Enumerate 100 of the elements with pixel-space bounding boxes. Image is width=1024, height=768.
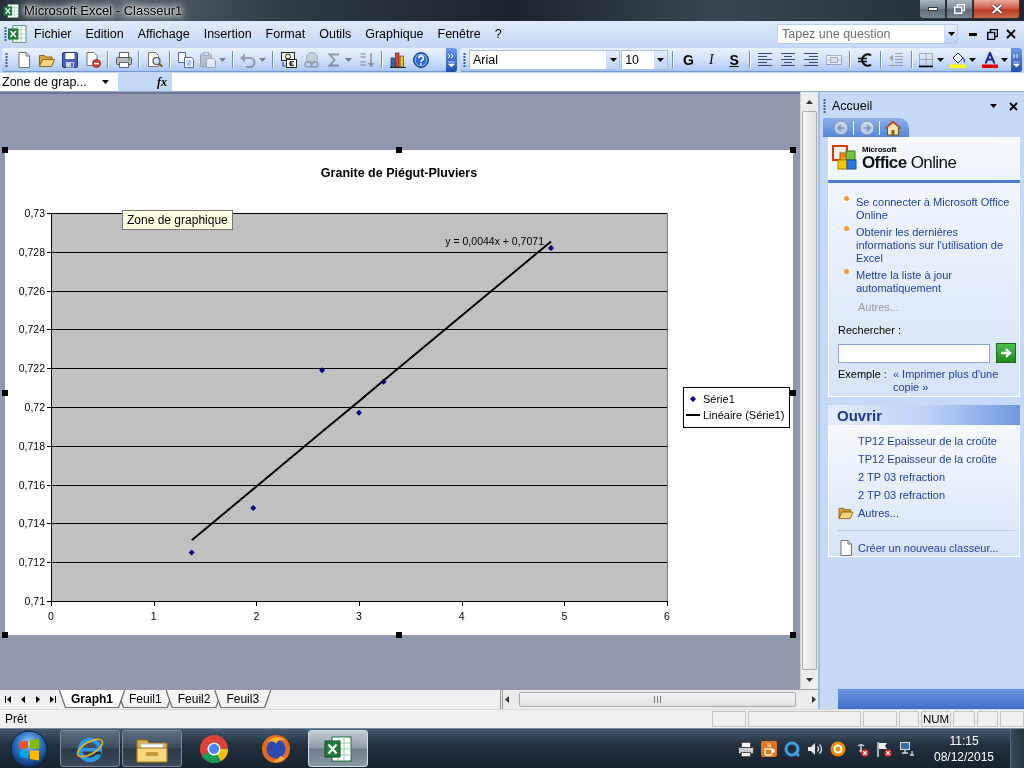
resize-handle[interactable] xyxy=(790,389,796,396)
resize-handle[interactable] xyxy=(396,632,402,638)
menu-item[interactable]: Insertion xyxy=(196,25,259,43)
arrow-right-icon xyxy=(1000,347,1012,359)
trendline-equation: y = 0,0044x + 0,7071 xyxy=(445,234,544,247)
more-files-link[interactable]: Autres... xyxy=(858,504,899,522)
restore-icon xyxy=(954,4,965,14)
caret-down-icon xyxy=(259,57,266,62)
example-label: Exemple : xyxy=(838,368,887,381)
recent-file-link[interactable]: TP12 Epaisseur de la croûte xyxy=(858,432,997,450)
grip-icon xyxy=(5,51,8,68)
scrollbar-thumb[interactable] xyxy=(519,692,796,707)
toolbar-options-button[interactable] xyxy=(1011,47,1022,72)
caret-down-icon xyxy=(1001,57,1009,62)
sheet-tab[interactable]: Graph1 xyxy=(60,690,124,707)
dropdown-button[interactable] xyxy=(944,25,957,43)
menu-item[interactable]: Format xyxy=(258,25,313,43)
caret-down-icon xyxy=(345,57,352,62)
minimize-icon xyxy=(927,7,938,11)
taskbar-button[interactable] xyxy=(60,730,120,767)
vertical-scrollbar[interactable] xyxy=(800,92,818,689)
status-text: Prêt xyxy=(5,712,27,726)
page-no-entry-icon xyxy=(84,51,101,68)
y-tick-label: 0,724 xyxy=(18,323,45,336)
undo-arrow-icon xyxy=(240,51,256,68)
restore-button[interactable] xyxy=(946,0,973,19)
name-box[interactable]: Zone de grap... xyxy=(0,73,118,91)
menu-item[interactable]: Outils xyxy=(312,25,359,43)
online-link[interactable]: Mettre la liste à jour automatiquement xyxy=(856,269,1014,295)
bold-button[interactable]: G xyxy=(676,48,700,71)
caret-down-icon xyxy=(947,32,955,36)
recent-file-link[interactable]: 2 TP 03 refraction xyxy=(858,468,946,486)
taskbar-button[interactable] xyxy=(122,730,182,767)
search-go-button[interactable] xyxy=(996,343,1016,363)
example-link[interactable]: « Imprimer plus d'une copie » xyxy=(892,368,1018,394)
status-panel xyxy=(863,711,897,727)
pane-close-button[interactable] xyxy=(1006,99,1020,113)
segmented-circle-icon xyxy=(199,733,229,764)
ring-icon xyxy=(784,740,800,757)
caret-down-icon xyxy=(989,104,997,108)
resize-handle[interactable] xyxy=(2,632,8,638)
insert-function-button[interactable]: fx xyxy=(154,73,170,91)
search-field[interactable] xyxy=(838,343,990,363)
triangle-down-icon xyxy=(806,677,813,682)
open-folder-icon xyxy=(838,506,854,520)
caret-down-icon xyxy=(937,57,945,62)
resize-handle[interactable] xyxy=(2,389,8,396)
grip-lines-icon xyxy=(654,696,661,703)
tooltip: Zone de graphique xyxy=(122,210,233,230)
underline-button[interactable]: S xyxy=(722,48,746,71)
resize-handle[interactable] xyxy=(396,147,402,153)
toolbar-options-button[interactable] xyxy=(446,47,457,72)
recent-file-link[interactable]: 2 TP 03 refraction xyxy=(858,486,946,504)
font-field[interactable]: Arial xyxy=(469,49,621,70)
menu-item[interactable]: Graphique xyxy=(358,25,431,43)
scrollbar-thumb[interactable] xyxy=(802,111,817,670)
triangle-left-icon xyxy=(20,695,25,703)
x-tick-label: 0 xyxy=(48,610,54,622)
caret-down-icon xyxy=(102,80,109,84)
menu-item[interactable]: Fenêtre xyxy=(430,25,488,43)
menu-item[interactable]: Affichage xyxy=(130,25,197,43)
formula-field[interactable] xyxy=(172,73,1024,91)
question-field[interactable]: Tapez une question xyxy=(777,24,958,44)
logo-maker-text: Microsoft xyxy=(862,145,898,154)
close-button[interactable] xyxy=(973,0,1020,19)
minimize-button[interactable] xyxy=(919,0,946,19)
y-tick-label: 0,712 xyxy=(18,556,45,569)
data-point xyxy=(319,367,326,374)
sigma-icon xyxy=(326,51,342,68)
triangle-right-icon xyxy=(35,695,40,703)
close-icon xyxy=(1008,101,1018,111)
recent-file-link[interactable]: TP12 Epaisseur de la croûte xyxy=(858,450,997,468)
resize-handle[interactable] xyxy=(790,147,796,153)
legend-label: Linéaire (Série1) xyxy=(703,409,785,421)
caret-down-icon xyxy=(219,57,226,62)
online-link[interactable]: Obtenir les dernières informations sur l'utilisation de Excel xyxy=(856,226,1014,265)
status-panel xyxy=(977,711,998,727)
italic-button[interactable]: I xyxy=(699,48,723,71)
new-workbook-link[interactable]: Créer un nouveau classeur... xyxy=(858,539,999,557)
border-grid-icon xyxy=(918,51,935,68)
home-button[interactable] xyxy=(884,119,901,136)
online-link[interactable]: Se connecter à Microsoft Office Online xyxy=(856,196,1014,222)
chart-area[interactable]: Granite de Piégut-Pluviers 0,71 0,712 0,714 0,716 0,718 0,72 0,722 0,724 0,726 0,728 0,73 0 1 2 3 4 5 6 y = 0,0044x + 0,7071 Série1 Linéaire (Série1) Zone de graphique xyxy=(5,150,793,635)
skip-start-icon xyxy=(4,695,11,703)
data-point xyxy=(548,244,554,251)
data-point xyxy=(380,378,387,385)
resize-handle[interactable] xyxy=(790,632,796,638)
resize-handle[interactable] xyxy=(2,147,8,153)
ring-icon xyxy=(830,740,846,757)
font-size-field[interactable]: 10 xyxy=(621,49,668,70)
euro-icon xyxy=(857,51,874,68)
bullet-icon xyxy=(844,196,849,201)
align-center-icon xyxy=(780,51,797,68)
menu-item[interactable]: Edition xyxy=(78,25,131,43)
menu-item[interactable]: ? xyxy=(487,25,509,43)
close-icon xyxy=(1006,29,1016,39)
horizontal-scrollbar[interactable] xyxy=(500,690,818,709)
section-header: Ouvrir xyxy=(828,405,1020,425)
globe-icon xyxy=(261,733,291,764)
menu-item[interactable]: Fichier xyxy=(27,25,79,43)
